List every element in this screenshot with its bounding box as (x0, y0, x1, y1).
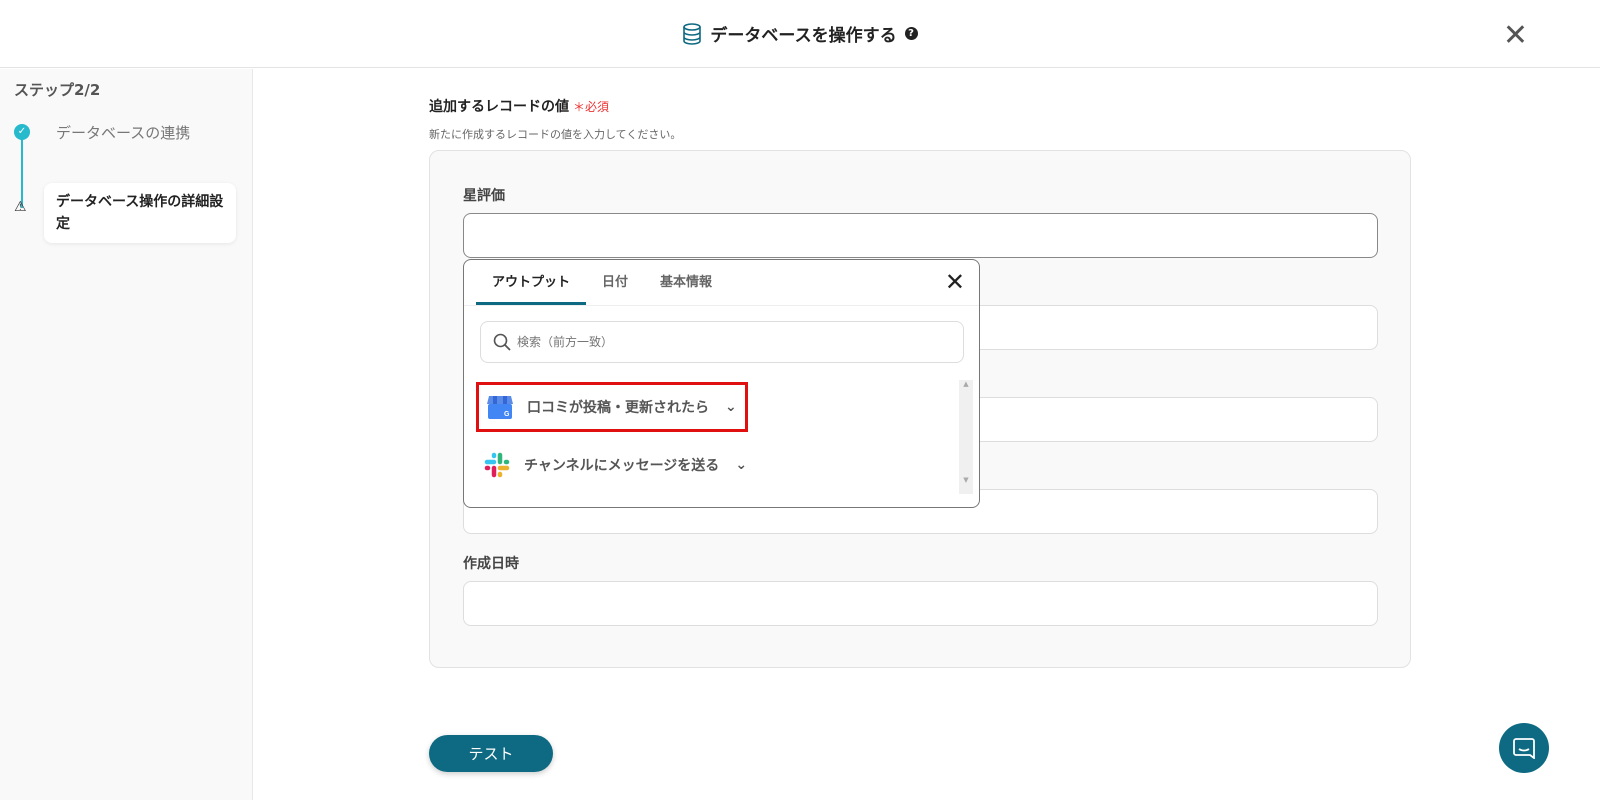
tab-divider (464, 305, 979, 306)
field-label-created: 作成日時 (463, 556, 519, 572)
created-date-input[interactable] (463, 581, 1378, 626)
section-description: 新たに作成するレコードの値を入力してください。 (429, 128, 682, 141)
database-icon (683, 22, 702, 45)
tab-output[interactable]: アウトプット (476, 260, 587, 305)
list-item-slack-message[interactable]: チャンネルにメッセージを送る ⌄ (476, 440, 755, 490)
required-text: 必須 (585, 100, 610, 114)
popup-close-icon[interactable]: ✕ (945, 268, 965, 296)
search-box (480, 321, 964, 363)
google-business-icon: G (487, 396, 513, 419)
tab-basic-info[interactable]: 基本情報 (644, 260, 728, 305)
close-icon[interactable]: ✕ (1503, 18, 1528, 53)
search-icon (493, 333, 511, 351)
variable-picker-popup: アウトプット 日付 基本情報 ✕ G 口コミが投稿・更新されたら ⌄ チャンネル… (463, 259, 980, 508)
rating-input[interactable] (463, 213, 1378, 258)
item-label: 口コミが投稿・更新されたら (527, 400, 709, 416)
test-button[interactable]: テスト (429, 735, 553, 772)
required-badge: ＊必須 (573, 100, 610, 114)
sidebar: ステップ2/2 ✓ データベースの連携 ⚠ データベース操作の詳細設定 (0, 69, 253, 800)
step-counter: ステップ2/2 (14, 81, 101, 99)
sidebar-item-db-link[interactable]: データベースの連携 (56, 122, 190, 143)
svg-text:G: G (504, 411, 510, 418)
chat-button[interactable] (1499, 723, 1549, 773)
list-item-review-trigger[interactable]: G 口コミが投稿・更新されたら ⌄ (476, 382, 748, 432)
sidebar-item-db-detail[interactable]: データベース操作の詳細設定 (44, 183, 236, 243)
header: データベースを操作する ? ✕ (0, 0, 1600, 68)
field-label-rating: 星評価 (463, 188, 505, 204)
slack-icon (484, 452, 510, 478)
tab-date[interactable]: 日付 (586, 260, 644, 305)
question-circle-icon[interactable]: ? (904, 27, 918, 40)
step-connector (21, 133, 23, 208)
item-label: チャンネルにメッセージを送る (524, 458, 720, 474)
chevron-down-icon: ⌄ (735, 457, 748, 473)
chevron-down-icon: ⌄ (725, 399, 737, 415)
page-title: データベースを操作する ? (682, 21, 918, 46)
scrollbar[interactable]: ▲ ▼ (959, 380, 973, 494)
popup-tabs: アウトプット 日付 基本情報 (476, 260, 728, 305)
title-text: データベースを操作する (710, 26, 897, 46)
check-icon: ✓ (14, 124, 30, 140)
section-title-text: 追加するレコードの値 (429, 99, 569, 115)
chat-icon (1513, 738, 1535, 759)
warning-icon: ⚠ (14, 199, 27, 215)
section-title: 追加するレコードの値 ＊必須 (429, 96, 609, 116)
search-input[interactable] (517, 335, 963, 349)
